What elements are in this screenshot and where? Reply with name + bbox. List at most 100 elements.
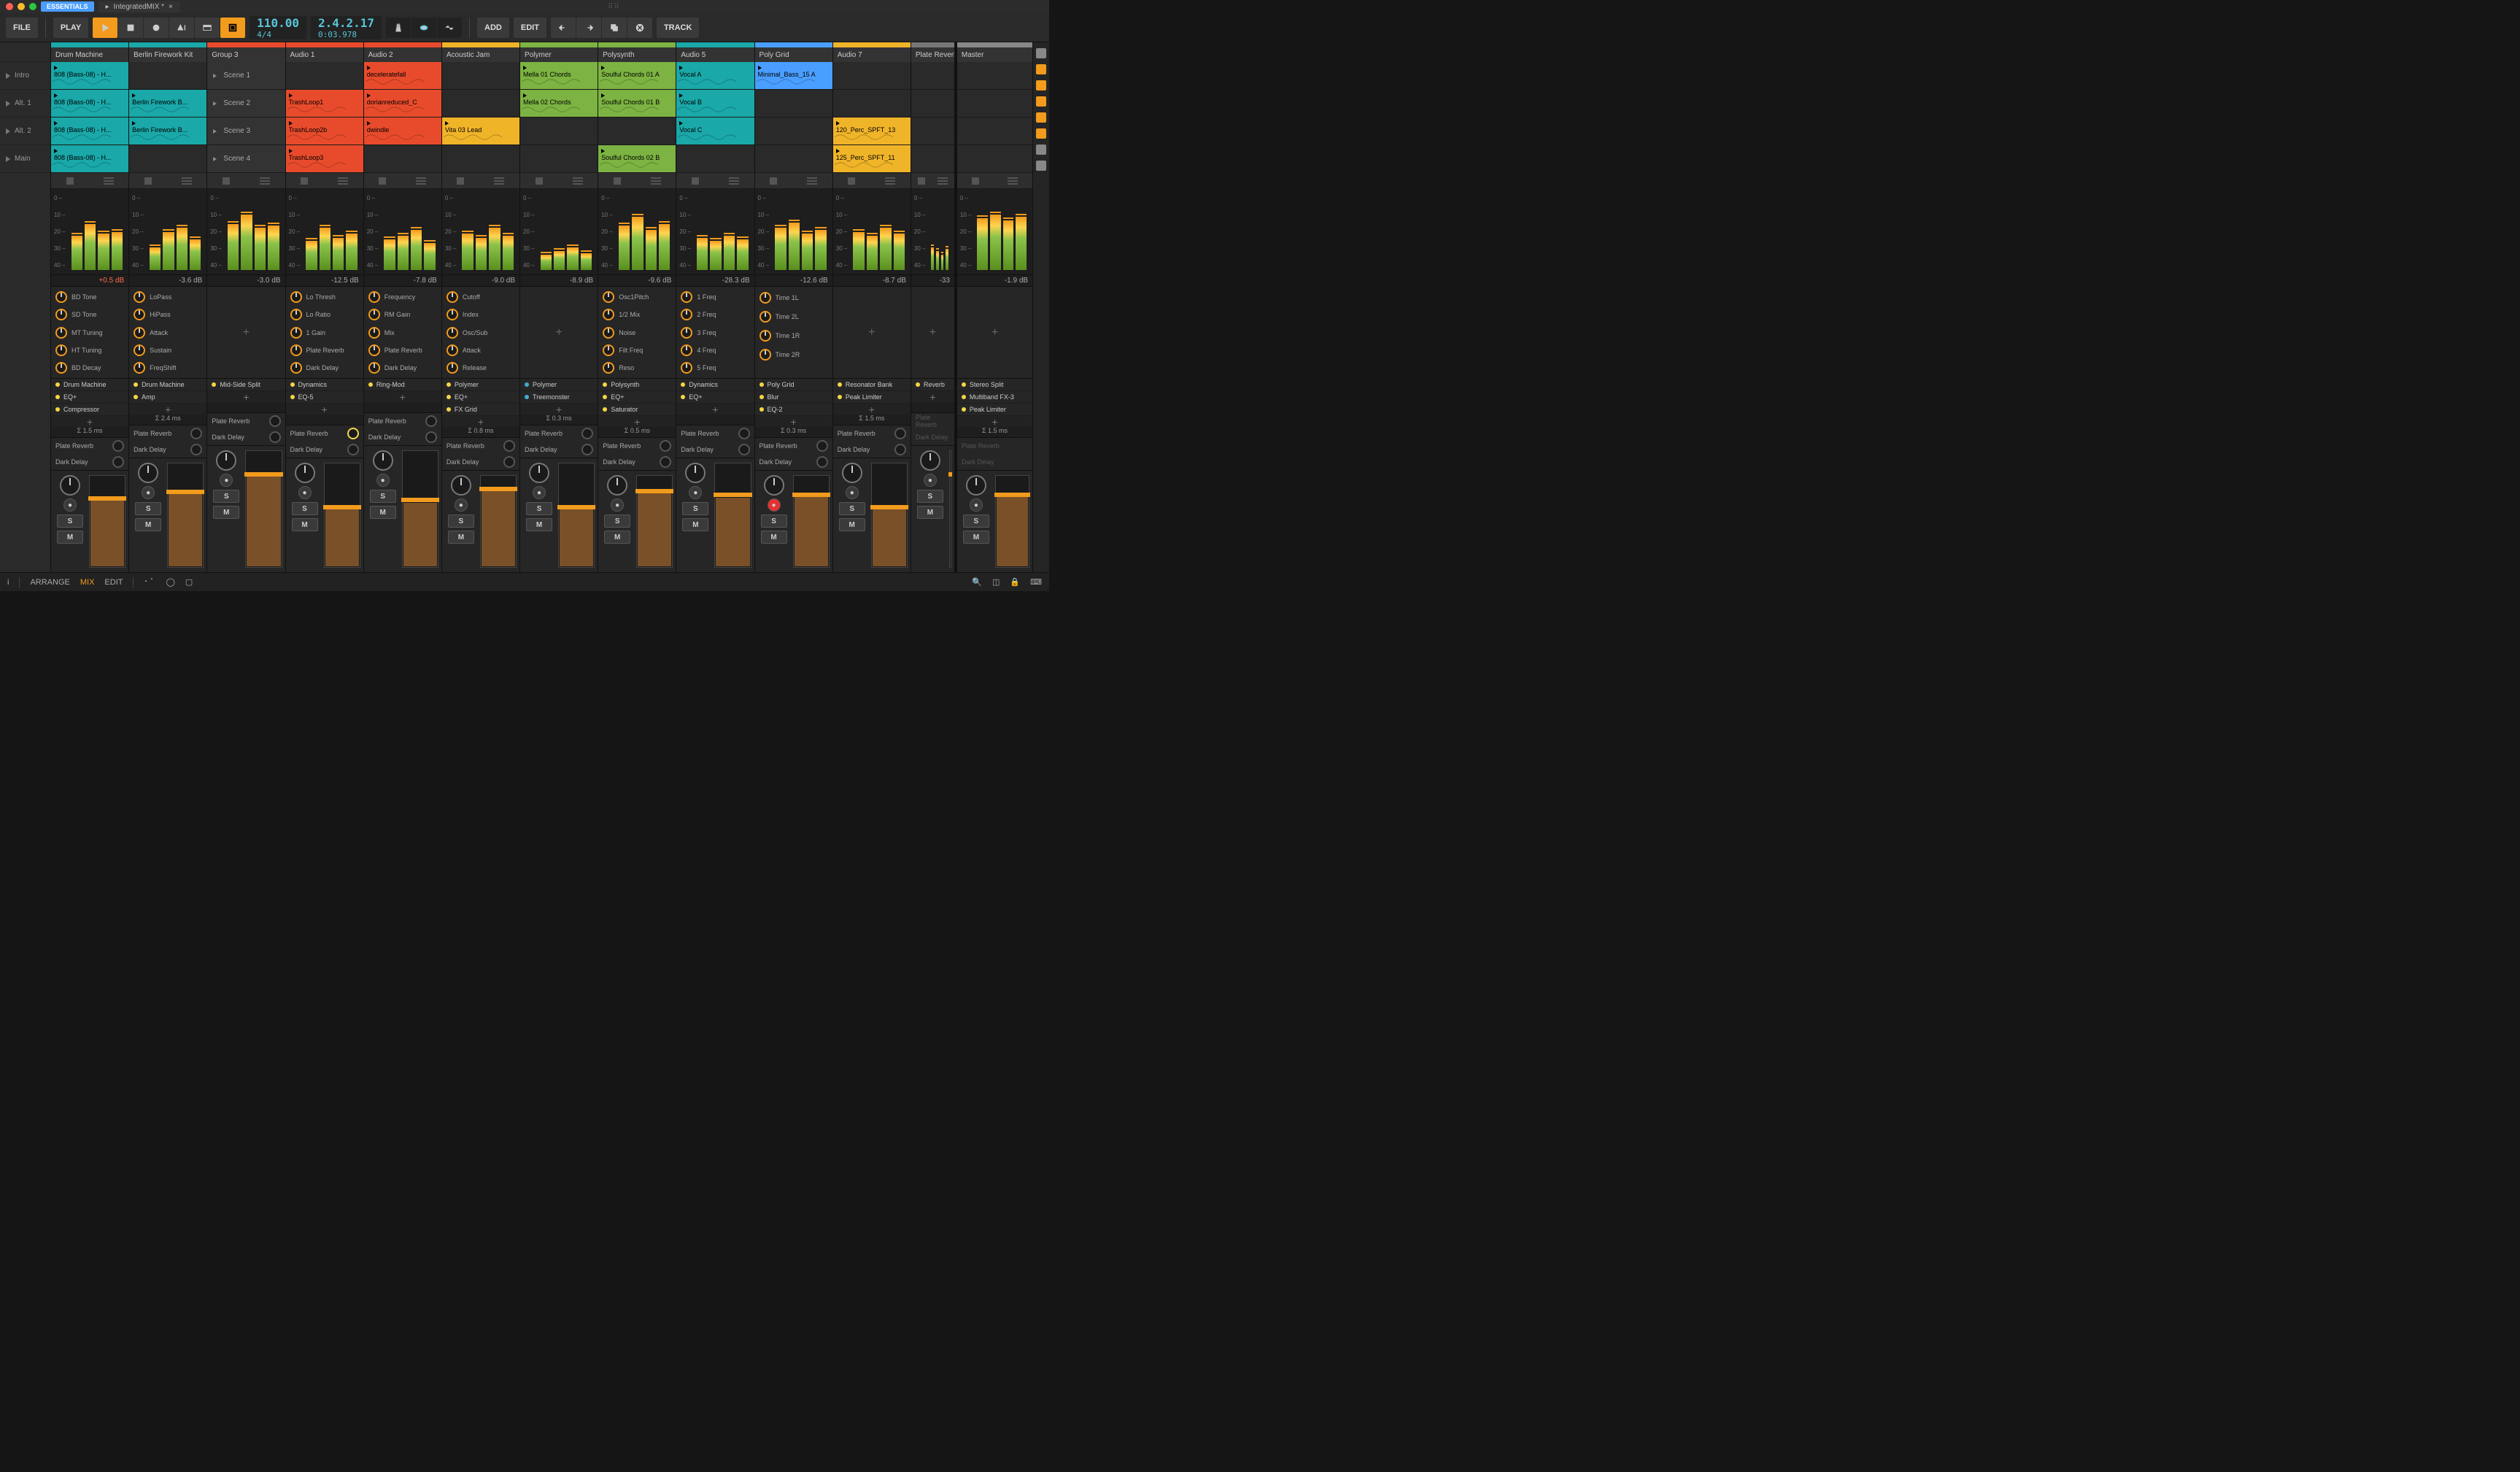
footer-icon[interactable]: ⠂⠁: [144, 577, 155, 587]
device-enabled-dot[interactable]: [447, 382, 451, 387]
solo-button[interactable]: S: [526, 502, 552, 515]
device-slot[interactable]: Peak Limiter: [833, 391, 911, 404]
record-button[interactable]: [144, 18, 169, 38]
send-knob[interactable]: [581, 428, 593, 439]
stop-clip-button[interactable]: [223, 177, 230, 185]
empty-clip-slot[interactable]: [911, 62, 954, 90]
device-slot[interactable]: Drum Machine: [129, 379, 206, 391]
volume-fader[interactable]: 0.0: [245, 450, 282, 568]
device-enabled-dot[interactable]: [447, 395, 451, 399]
keyboard-icon[interactable]: ⌨: [1030, 577, 1042, 587]
volume-fader[interactable]: +3.3: [480, 475, 517, 568]
clip[interactable]: 808 (Bass-08) - H...: [51, 145, 128, 173]
mute-button[interactable]: M: [135, 518, 161, 531]
record-arm-button[interactable]: ●: [455, 498, 468, 512]
knob[interactable]: [290, 291, 302, 303]
add-knob-button[interactable]: +: [525, 290, 593, 375]
track-name[interactable]: Poly Grid: [755, 47, 832, 62]
track-color-bar[interactable]: [442, 42, 519, 47]
track-name[interactable]: Audio 7: [833, 47, 911, 62]
empty-clip-slot[interactable]: [129, 62, 206, 90]
arrange-tab[interactable]: ARRANGE: [30, 578, 69, 587]
knob[interactable]: [447, 291, 458, 303]
scene-row[interactable]: Alt. 1: [0, 90, 50, 117]
loop-button[interactable]: [411, 18, 436, 38]
send-knob[interactable]: [581, 444, 593, 455]
device-slot[interactable]: Resonator Bank: [833, 379, 911, 391]
add-device-button[interactable]: +: [833, 404, 911, 415]
empty-clip-slot[interactable]: [911, 117, 954, 145]
peak-db[interactable]: +0.5 dB: [51, 275, 128, 287]
device-slot[interactable]: Saturator: [598, 404, 676, 416]
volume-fader[interactable]: -10.0: [871, 463, 908, 568]
device-slot[interactable]: Drum Machine: [51, 379, 128, 391]
clip[interactable]: Mella 01 Chords: [520, 62, 598, 90]
device-slot[interactable]: Ring-Mod: [364, 379, 441, 391]
mute-button[interactable]: M: [448, 531, 474, 544]
empty-clip-slot[interactable]: [364, 145, 441, 173]
sidepanel-icon[interactable]: [1036, 80, 1046, 90]
device-enabled-dot[interactable]: [134, 382, 138, 387]
empty-clip-slot[interactable]: [755, 117, 832, 145]
device-enabled-dot[interactable]: [962, 395, 966, 399]
add-device-button[interactable]: +: [364, 391, 441, 402]
clip[interactable]: Berlin Firework B...: [129, 117, 206, 145]
empty-clip-slot[interactable]: [520, 117, 598, 145]
peak-db[interactable]: -28.3 dB: [676, 275, 754, 287]
lock-icon[interactable]: 🔒: [1010, 577, 1020, 587]
mute-button[interactable]: M: [604, 531, 630, 544]
track-name[interactable]: Audio 2: [364, 47, 441, 62]
device-slot[interactable]: EQ+: [676, 391, 754, 404]
solo-button[interactable]: S: [57, 515, 83, 528]
device-enabled-dot[interactable]: [838, 395, 842, 399]
add-device-button[interactable]: +: [442, 416, 519, 427]
device-enabled-dot[interactable]: [212, 382, 216, 387]
device-slot[interactable]: Blur: [755, 391, 832, 404]
stop-clip-button[interactable]: [301, 177, 308, 185]
record-arm-button[interactable]: ●: [768, 498, 781, 512]
volume-fader[interactable]: -4.4: [714, 463, 751, 568]
pan-knob[interactable]: [529, 463, 549, 483]
clip[interactable]: Vita 03 Lead: [442, 117, 519, 145]
menu-icon[interactable]: [260, 180, 270, 182]
mute-button[interactable]: M: [761, 531, 787, 544]
sidepanel-icon[interactable]: [1036, 161, 1046, 171]
empty-clip-slot[interactable]: [833, 90, 911, 117]
device-slot[interactable]: EQ-2: [755, 404, 832, 416]
peak-db[interactable]: -3.6 dB: [129, 275, 206, 287]
clip[interactable]: Soulful Chords 01 B: [598, 90, 676, 117]
launcher-button[interactable]: [220, 18, 245, 38]
pan-knob[interactable]: [607, 475, 627, 496]
record-arm-button[interactable]: ●: [220, 474, 233, 487]
mute-button[interactable]: M: [57, 531, 83, 544]
pan-knob[interactable]: [842, 463, 862, 483]
close-window-icon[interactable]: [6, 3, 13, 10]
empty-clip-slot[interactable]: [755, 145, 832, 173]
clip[interactable]: 120_Perc_SPFT_13: [833, 117, 911, 145]
knob[interactable]: [134, 309, 145, 320]
device-enabled-dot[interactable]: [838, 382, 842, 387]
maximize-window-icon[interactable]: [29, 3, 36, 10]
peak-db[interactable]: -9.6 dB: [598, 275, 676, 287]
knob[interactable]: [760, 330, 771, 342]
add-device-button[interactable]: +: [129, 404, 206, 415]
automation-write-button[interactable]: [169, 18, 194, 38]
pan-knob[interactable]: [685, 463, 706, 483]
device-slot[interactable]: EQ-5: [286, 391, 363, 404]
track-menu[interactable]: TRACK: [657, 18, 700, 38]
device-slot[interactable]: Compressor: [51, 404, 128, 416]
solo-button[interactable]: S: [963, 515, 989, 528]
track-color-bar[interactable]: [911, 42, 954, 47]
solo-button[interactable]: S: [370, 490, 396, 503]
position-display[interactable]: 2.4.2.17 0:03.978: [311, 16, 382, 39]
menu-icon[interactable]: [182, 180, 192, 182]
send-knob[interactable]: [816, 440, 828, 452]
stop-clip-button[interactable]: [692, 177, 699, 185]
track-name[interactable]: Acoustic Jam: [442, 47, 519, 62]
track-color-bar[interactable]: [520, 42, 598, 47]
solo-button[interactable]: S: [682, 502, 708, 515]
device-slot[interactable]: Polymer: [442, 379, 519, 391]
send-knob[interactable]: [425, 415, 437, 427]
send-knob[interactable]: [738, 428, 750, 439]
device-enabled-dot[interactable]: [760, 395, 764, 399]
